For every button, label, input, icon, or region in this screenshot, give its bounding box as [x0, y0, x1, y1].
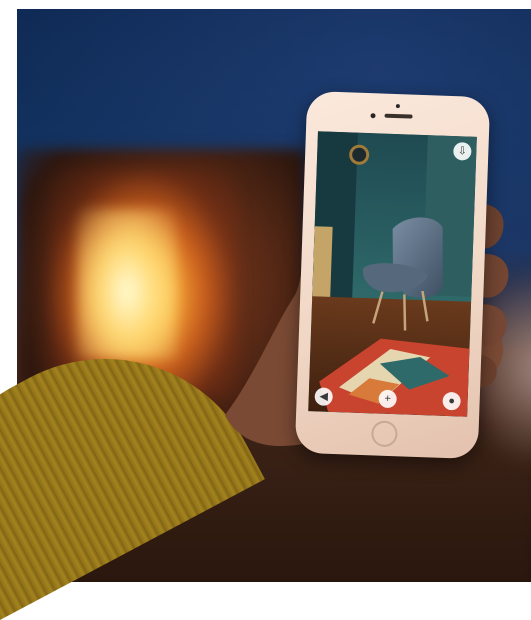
phone: ⇩ ◀ + ●: [294, 90, 491, 460]
front-camera: [370, 113, 376, 119]
ar-room-view: [308, 131, 477, 417]
home-button[interactable]: [371, 420, 398, 448]
earpiece-speaker: [384, 113, 413, 119]
ar-screen: ⇩ ◀ + ●: [308, 131, 477, 417]
proximity-sensor: [395, 104, 400, 109]
fire-core: [77, 209, 177, 359]
